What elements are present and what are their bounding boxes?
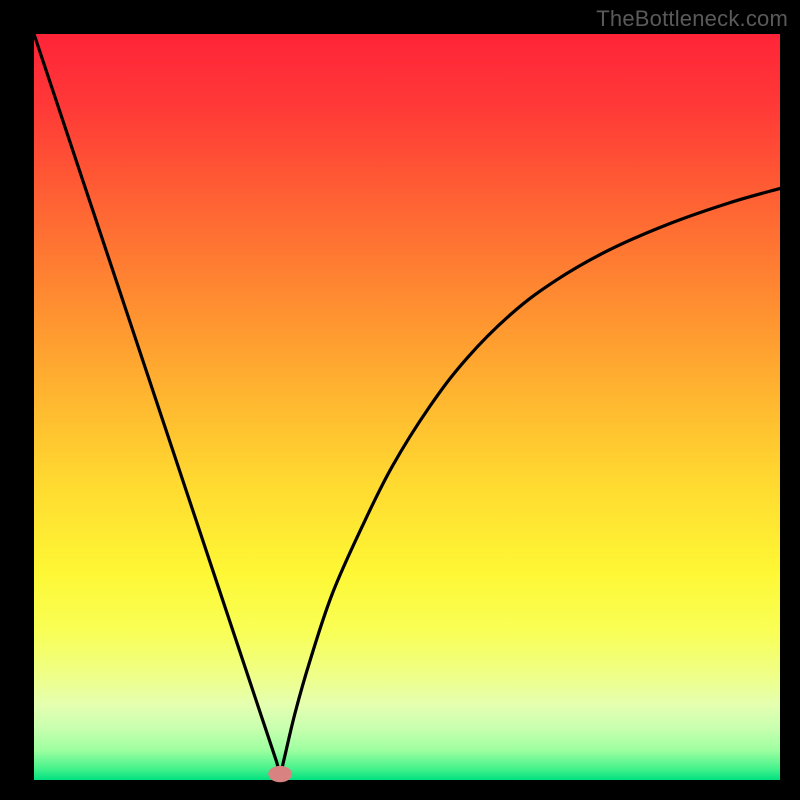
- chart-svg: [0, 0, 800, 800]
- minimum-marker: [268, 766, 292, 782]
- gradient-background: [34, 34, 780, 780]
- watermark-text: TheBottleneck.com: [596, 6, 788, 32]
- chart-container: TheBottleneck.com: [0, 0, 800, 800]
